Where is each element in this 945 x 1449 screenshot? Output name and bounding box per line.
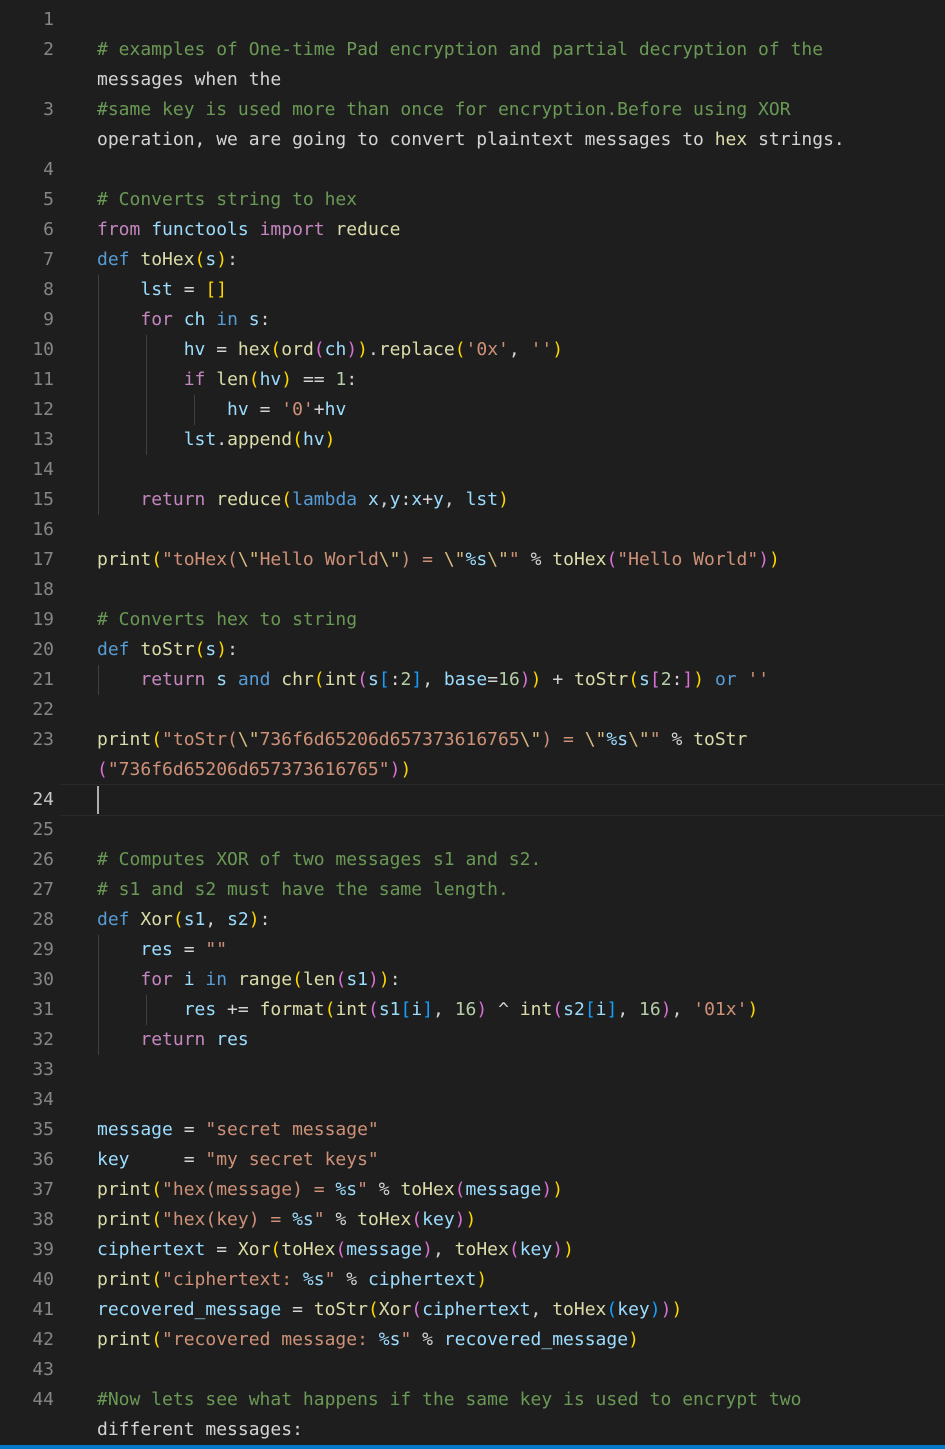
line-number: 40 (32, 1269, 54, 1290)
code-line[interactable]: # examples of One-time Pad encryption an… (97, 35, 823, 65)
code-line[interactable]: print("hex(key) = %s" % toHex(key)) (97, 1205, 476, 1235)
line-number: 16 (32, 519, 54, 540)
line-number: 5 (43, 189, 54, 210)
line-number (0, 125, 54, 155)
line-number: 19 (32, 609, 54, 630)
line-number: 34 (32, 1089, 54, 1110)
code-line[interactable]: # Computes XOR of two messages s1 and s2… (97, 845, 541, 875)
code-editor[interactable]: 1 2 3 4 5 6 7 8 9 10 11 12 13 14 15 16 17 18 19 20 21 22 23 24 2… (0, 0, 945, 1445)
code-line[interactable]: def toStr(s): (97, 635, 238, 665)
code-line[interactable]: # Converts hex to string (97, 605, 357, 635)
line-number: 32 (32, 1029, 54, 1050)
code-line[interactable]: print("toHex(\"Hello World\") = \"%s\"" … (97, 545, 780, 575)
line-number: 33 (32, 1059, 54, 1080)
code-line[interactable]: operation, we are going to convert plain… (97, 125, 845, 155)
code-line[interactable]: res += format(int(s1[i], 16) ^ int(s2[i]… (97, 995, 759, 1025)
line-number: 9 (43, 309, 54, 330)
code-line[interactable]: hv = '0'+hv (97, 395, 346, 425)
code-line[interactable]: ciphertext = Xor(toHex(message), toHex(k… (97, 1235, 574, 1265)
code-line[interactable]: for i in range(len(s1)): (97, 965, 400, 995)
code-line[interactable]: #Now lets see what happens if the same k… (97, 1385, 801, 1415)
line-number: 21 (32, 669, 54, 690)
code-line[interactable]: ("736f6d65206d657373616765")) (97, 755, 411, 785)
line-number: 28 (32, 909, 54, 930)
line-number: 20 (32, 639, 54, 660)
line-number: 39 (32, 1239, 54, 1260)
code-line[interactable]: print("recovered message: %s" % recovere… (97, 1325, 639, 1355)
line-number: 27 (32, 879, 54, 900)
line-number: 2 (43, 39, 54, 60)
line-number: 22 (32, 699, 54, 720)
line-number: 18 (32, 579, 54, 600)
line-number: 31 (32, 999, 54, 1020)
line-number: 13 (32, 429, 54, 450)
line-number: 11 (32, 369, 54, 390)
code-line[interactable]: return reduce(lambda x,y:x+y, lst) (97, 485, 509, 515)
code-line[interactable]: # s1 and s2 must have the same length. (97, 875, 509, 905)
line-number: 41 (32, 1299, 54, 1320)
line-number: 8 (43, 279, 54, 300)
code-line[interactable]: print("toStr(\"736f6d65206d657373616765\… (97, 725, 747, 755)
code-line[interactable]: message = "secret message" (97, 1115, 379, 1145)
code-line[interactable]: return s and chr(int(s[:2], base=16)) + … (97, 665, 769, 695)
line-number: 35 (32, 1119, 54, 1140)
code-line[interactable]: key = "my secret keys" (97, 1145, 379, 1175)
line-number (0, 1415, 54, 1445)
line-number: 7 (43, 249, 54, 270)
line-number: 6 (43, 219, 54, 240)
line-number: 3 (43, 99, 54, 120)
code-line[interactable]: messages when the (97, 65, 281, 95)
line-number: 10 (32, 339, 54, 360)
line-number: 14 (32, 459, 54, 480)
line-number: 37 (32, 1179, 54, 1200)
line-number: 29 (32, 939, 54, 960)
line-number: 23 (32, 729, 54, 750)
line-number: 4 (43, 159, 54, 180)
code-line[interactable]: def toHex(s): (97, 245, 238, 275)
line-number: 17 (32, 549, 54, 570)
code-line[interactable]: different messages: (97, 1415, 303, 1445)
line-number: 24 (32, 789, 54, 810)
code-line[interactable]: return res (97, 1025, 248, 1055)
code-line[interactable]: res = "" (97, 935, 227, 965)
line-number: 38 (32, 1209, 54, 1230)
line-number: 36 (32, 1149, 54, 1170)
line-number: 15 (32, 489, 54, 510)
line-number: 1 (43, 9, 54, 30)
code-line[interactable]: if len(hv) == 1: (97, 365, 357, 395)
code-line[interactable]: lst.append(hv) (97, 425, 336, 455)
code-line[interactable]: #same key is used more than once for enc… (97, 95, 791, 125)
code-line[interactable]: # Converts string to hex (97, 185, 357, 215)
code-line[interactable]: lst = [] (97, 275, 227, 305)
line-number: 43 (32, 1359, 54, 1380)
line-number (0, 755, 54, 785)
line-number (0, 65, 54, 95)
code-line[interactable]: def Xor(s1, s2): (97, 905, 270, 935)
line-number: 26 (32, 849, 54, 870)
line-number: 30 (32, 969, 54, 990)
text-cursor (97, 786, 99, 814)
line-number: 25 (32, 819, 54, 840)
status-bar (0, 1445, 945, 1449)
current-line-highlight (60, 784, 945, 816)
code-line[interactable]: hv = hex(ord(ch)).replace('0x', '') (97, 335, 563, 365)
code-line[interactable]: recovered_message = toStr(Xor(ciphertext… (97, 1295, 682, 1325)
line-number: 44 (32, 1389, 54, 1410)
line-number: 12 (32, 399, 54, 420)
code-line[interactable]: from functools import reduce (97, 215, 401, 245)
code-line[interactable]: print("hex(message) = %s" % toHex(messag… (97, 1175, 563, 1205)
code-line[interactable]: print("ciphertext: %s" % ciphertext) (97, 1265, 487, 1295)
line-number: 42 (32, 1329, 54, 1350)
code-line[interactable]: for ch in s: (97, 305, 270, 335)
